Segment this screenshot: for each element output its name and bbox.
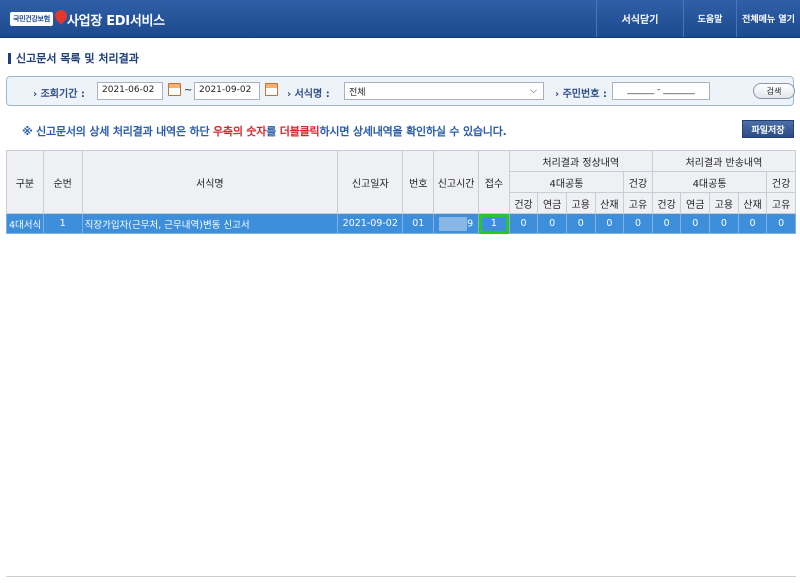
calendar-icon[interactable] [265, 83, 278, 96]
cell-r-employ[interactable]: 0 [709, 213, 739, 234]
cell-r-pension[interactable]: 0 [680, 213, 711, 234]
date-from-input[interactable]: 2021-06-02 [97, 82, 163, 100]
rrn-label: › 주민번호 : [555, 89, 607, 100]
col-n-industrial: 산재 [594, 192, 625, 214]
col-n-employ: 고용 [565, 192, 596, 214]
cell-r-unique[interactable]: 0 [766, 213, 796, 234]
table-empty-area [6, 234, 796, 577]
col-normal-health-header: 건강 [623, 171, 653, 193]
col-r-health: 건강 [651, 192, 682, 214]
cell-time[interactable]: 9 [433, 213, 480, 234]
notice-text: ※ 신고문서의 상세 처리결과 내역은 하단 우측의 숫자를 더블클릭하시면 상… [22, 125, 507, 138]
top-bar: 국민건강보험 사업장 EDI서비스 서식닫기 도움말 전체메뉴 열기 [0, 0, 800, 38]
cell-r-industrial[interactable]: 0 [737, 213, 768, 234]
col-time: 신고시간 [433, 150, 480, 214]
col-type: 구분 [6, 150, 44, 214]
file-save-button[interactable]: 파일저장 [742, 120, 794, 138]
cell-n-unique[interactable]: 0 [623, 213, 653, 234]
cell-count[interactable]: 1 [478, 213, 510, 234]
all-menu-button[interactable]: 전체메뉴 열기 [737, 0, 800, 37]
calendar-icon[interactable] [168, 83, 181, 96]
form-name-select[interactable]: 전체 ⌵ [344, 82, 544, 100]
col-seq: 순번 [42, 150, 83, 214]
cell-date[interactable]: 2021-09-02 [337, 213, 404, 234]
col-num: 번호 [402, 150, 435, 214]
col-normal-four: 4대공통 [508, 171, 625, 193]
col-returned-group: 처리결과 반송내역 [651, 150, 797, 172]
form-name-select-value: 전체 [349, 88, 366, 98]
cell-n-pension[interactable]: 0 [537, 213, 567, 234]
section-title: 신고문서 목록 및 처리결과 [8, 50, 139, 66]
col-count: 접수 [478, 150, 510, 214]
col-returned-health-header: 건강 [766, 171, 796, 193]
table-row[interactable]: 4대서식 1 직장가입자(근무처, 근무내역)변동 신고서 2021-09-02… [6, 213, 796, 234]
logo-text: 국민건강보험 [10, 12, 53, 26]
col-r-industrial: 산재 [737, 192, 768, 214]
help-button[interactable]: 도움말 [684, 0, 736, 37]
close-form-button[interactable]: 서식닫기 [597, 0, 683, 37]
cell-r-health[interactable]: 0 [651, 213, 682, 234]
col-r-unique: 고유 [766, 192, 796, 214]
nhis-logo: 국민건강보험 [10, 7, 70, 28]
cell-type[interactable]: 4대서식 [6, 213, 44, 234]
col-n-pension: 연금 [537, 192, 567, 214]
col-r-pension: 연금 [680, 192, 711, 214]
section-title-text: 신고문서 목록 및 처리결과 [16, 52, 139, 65]
cell-form[interactable]: 직장가입자(근무처, 근무내역)변동 신고서 [81, 213, 339, 234]
col-returned-four: 4대공통 [651, 171, 768, 193]
search-button[interactable]: 검색 [753, 83, 795, 99]
cell-n-employ[interactable]: 0 [565, 213, 596, 234]
col-normal-group: 처리결과 정상내역 [508, 150, 653, 172]
col-n-unique: 고유 [623, 192, 653, 214]
col-n-health: 건강 [508, 192, 539, 214]
period-label: › 조회기간 : [33, 89, 85, 100]
chevron-down-icon: ⌵ [530, 86, 537, 96]
form-name-label: › 서식명 : [287, 89, 330, 100]
cell-num[interactable]: 01 [402, 213, 435, 234]
rrn-input[interactable]: ______ - _______ [612, 82, 710, 100]
cell-n-health[interactable]: 0 [508, 213, 539, 234]
date-to-input[interactable]: 2021-09-02 [194, 82, 260, 100]
cell-seq[interactable]: 1 [42, 213, 83, 234]
col-date: 신고일자 [337, 150, 404, 214]
col-form: 서식명 [81, 150, 339, 214]
redacted-time [439, 216, 468, 231]
col-r-employ: 고용 [709, 192, 739, 214]
range-tilde: ~ [184, 85, 193, 96]
title-bar-icon [8, 52, 11, 64]
report-table: 구분 순번 서식명 신고일자 번호 신고시간 접수 처리결과 정상내역 처리결과… [6, 150, 797, 234]
search-panel: › 조회기간 : 2021-06-02 ~ 2021-09-02 › 서식명 :… [6, 76, 795, 106]
app-title: 사업장 EDI서비스 [67, 14, 165, 29]
cell-n-industrial[interactable]: 0 [594, 213, 625, 234]
